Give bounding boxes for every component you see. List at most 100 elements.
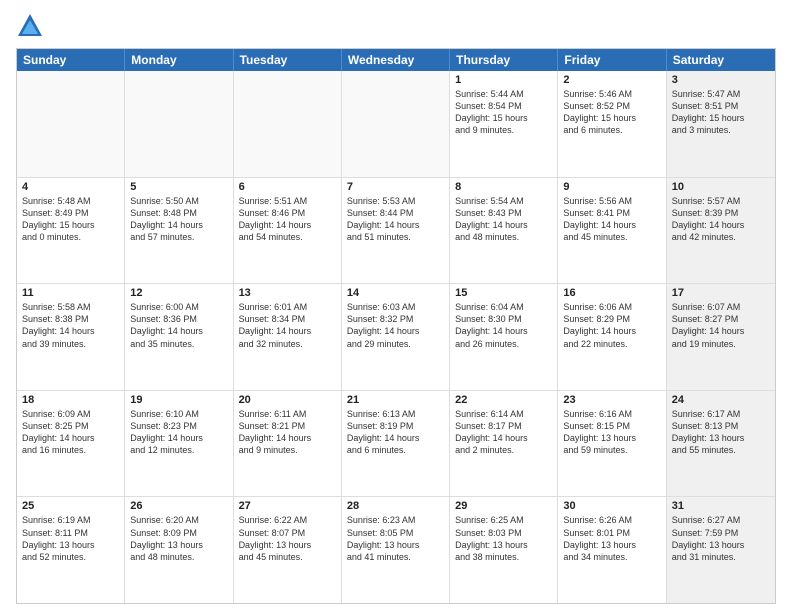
day-number: 14 [347,287,444,299]
day-number: 8 [455,181,552,193]
header [16,12,776,40]
day-info: Sunrise: 6:17 AM Sunset: 8:13 PM Dayligh… [672,408,770,457]
day-number: 29 [455,500,552,512]
calendar-cell-day-19: 19 Sunrise: 6:10 AM Sunset: 8:23 PM Dayli… [125,391,233,497]
calendar-cell-empty-0-3 [342,71,450,177]
day-number: 9 [563,181,660,193]
day-number: 12 [130,287,227,299]
calendar-cell-day-29: 29 Sunrise: 6:25 AM Sunset: 8:03 PM Dayli… [450,497,558,603]
calendar-cell-day-7: 7Sunrise: 5:53 AM Sunset: 8:44 PM Daylig… [342,178,450,284]
calendar-cell-day-2: 2 Sunrise: 5:46 AM Sunset: 8:52 PM Daylig… [558,71,666,177]
day-info: Sunrise: 5:53 AM Sunset: 8:44 PM Dayligh… [347,195,444,244]
day-info: Sunrise: 6:20 AM Sunset: 8:09 PM Dayligh… [130,514,227,563]
day-number: 2 [563,74,660,86]
day-number: 13 [239,287,336,299]
calendar-cell-day-17: 17 Sunrise: 6:07 AM Sunset: 8:27 PM Dayli… [667,284,775,390]
day-number: 16 [563,287,660,299]
day-number: 30 [563,500,660,512]
header-day-tuesday: Tuesday [234,49,342,71]
header-day-saturday: Saturday [667,49,775,71]
calendar-cell-day-3: 3 Sunrise: 5:47 AM Sunset: 8:51 PM Daylig… [667,71,775,177]
calendar-row-1: 4Sunrise: 5:48 AM Sunset: 8:49 PM Daylig… [17,177,775,284]
day-number: 21 [347,394,444,406]
day-number: 24 [672,394,770,406]
calendar-cell-day-5: 5 Sunrise: 5:50 AM Sunset: 8:48 PM Daylig… [125,178,233,284]
day-info: Sunrise: 6:11 AM Sunset: 8:21 PM Dayligh… [239,408,336,457]
header-day-monday: Monday [125,49,233,71]
day-number: 23 [563,394,660,406]
day-info: Sunrise: 5:46 AM Sunset: 8:52 PM Dayligh… [563,88,660,137]
day-info: Sunrise: 5:51 AM Sunset: 8:46 PM Dayligh… [239,195,336,244]
day-number: 28 [347,500,444,512]
calendar-cell-day-15: 15 Sunrise: 6:04 AM Sunset: 8:30 PM Dayli… [450,284,558,390]
day-info: Sunrise: 6:23 AM Sunset: 8:05 PM Dayligh… [347,514,444,563]
day-info: Sunrise: 6:19 AM Sunset: 8:11 PM Dayligh… [22,514,119,563]
calendar-cell-day-13: 13 Sunrise: 6:01 AM Sunset: 8:34 PM Dayli… [234,284,342,390]
day-number: 18 [22,394,119,406]
day-info: Sunrise: 6:16 AM Sunset: 8:15 PM Dayligh… [563,408,660,457]
day-info: Sunrise: 6:06 AM Sunset: 8:29 PM Dayligh… [563,301,660,350]
day-number: 17 [672,287,770,299]
calendar-cell-empty-0-0 [17,71,125,177]
day-info: Sunrise: 5:50 AM Sunset: 8:48 PM Dayligh… [130,195,227,244]
day-info: Sunrise: 6:26 AM Sunset: 8:01 PM Dayligh… [563,514,660,563]
day-number: 19 [130,394,227,406]
day-number: 11 [22,287,119,299]
header-day-wednesday: Wednesday [342,49,450,71]
day-number: 15 [455,287,552,299]
page: SundayMondayTuesdayWednesdayThursdayFrid… [0,0,792,612]
day-info: Sunrise: 6:22 AM Sunset: 8:07 PM Dayligh… [239,514,336,563]
calendar-cell-day-24: 24 Sunrise: 6:17 AM Sunset: 8:13 PM Dayli… [667,391,775,497]
header-day-thursday: Thursday [450,49,558,71]
day-info: Sunrise: 6:13 AM Sunset: 8:19 PM Dayligh… [347,408,444,457]
calendar-cell-day-23: 23 Sunrise: 6:16 AM Sunset: 8:15 PM Dayli… [558,391,666,497]
day-info: Sunrise: 6:03 AM Sunset: 8:32 PM Dayligh… [347,301,444,350]
day-info: Sunrise: 6:14 AM Sunset: 8:17 PM Dayligh… [455,408,552,457]
calendar-cell-day-27: 27 Sunrise: 6:22 AM Sunset: 8:07 PM Dayli… [234,497,342,603]
calendar-cell-day-28: 28 Sunrise: 6:23 AM Sunset: 8:05 PM Dayli… [342,497,450,603]
calendar-cell-day-31: 31 Sunrise: 6:27 AM Sunset: 7:59 PM Dayli… [667,497,775,603]
calendar-cell-day-4: 4Sunrise: 5:48 AM Sunset: 8:49 PM Daylig… [17,178,125,284]
day-number: 27 [239,500,336,512]
day-info: Sunrise: 6:00 AM Sunset: 8:36 PM Dayligh… [130,301,227,350]
calendar-cell-day-22: 22Sunrise: 6:14 AM Sunset: 8:17 PM Dayli… [450,391,558,497]
calendar-cell-day-16: 16 Sunrise: 6:06 AM Sunset: 8:29 PM Dayli… [558,284,666,390]
day-info: Sunrise: 6:27 AM Sunset: 7:59 PM Dayligh… [672,514,770,563]
day-info: Sunrise: 6:07 AM Sunset: 8:27 PM Dayligh… [672,301,770,350]
day-number: 1 [455,74,552,86]
calendar-cell-day-12: 12 Sunrise: 6:00 AM Sunset: 8:36 PM Dayli… [125,284,233,390]
day-number: 3 [672,74,770,86]
calendar-cell-day-10: 10Sunrise: 5:57 AM Sunset: 8:39 PM Dayli… [667,178,775,284]
calendar-header: SundayMondayTuesdayWednesdayThursdayFrid… [17,49,775,71]
day-number: 31 [672,500,770,512]
calendar-cell-day-25: 25Sunrise: 6:19 AM Sunset: 8:11 PM Dayli… [17,497,125,603]
day-info: Sunrise: 6:25 AM Sunset: 8:03 PM Dayligh… [455,514,552,563]
day-info: Sunrise: 5:44 AM Sunset: 8:54 PM Dayligh… [455,88,552,137]
day-number: 20 [239,394,336,406]
logo [16,12,48,40]
day-info: Sunrise: 5:47 AM Sunset: 8:51 PM Dayligh… [672,88,770,137]
calendar-cell-empty-0-2 [234,71,342,177]
day-info: Sunrise: 6:04 AM Sunset: 8:30 PM Dayligh… [455,301,552,350]
calendar-cell-day-11: 11 Sunrise: 5:58 AM Sunset: 8:38 PM Dayli… [17,284,125,390]
calendar-row-3: 18 Sunrise: 6:09 AM Sunset: 8:25 PM Dayli… [17,390,775,497]
calendar-body: 1 Sunrise: 5:44 AM Sunset: 8:54 PM Daylig… [17,71,775,603]
day-number: 5 [130,181,227,193]
day-info: Sunrise: 6:10 AM Sunset: 8:23 PM Dayligh… [130,408,227,457]
day-info: Sunrise: 5:58 AM Sunset: 8:38 PM Dayligh… [22,301,119,350]
day-info: Sunrise: 5:54 AM Sunset: 8:43 PM Dayligh… [455,195,552,244]
day-number: 26 [130,500,227,512]
calendar-row-2: 11 Sunrise: 5:58 AM Sunset: 8:38 PM Dayli… [17,283,775,390]
calendar: SundayMondayTuesdayWednesdayThursdayFrid… [16,48,776,604]
day-number: 6 [239,181,336,193]
header-day-sunday: Sunday [17,49,125,71]
calendar-cell-day-18: 18 Sunrise: 6:09 AM Sunset: 8:25 PM Dayli… [17,391,125,497]
calendar-cell-empty-0-1 [125,71,233,177]
day-info: Sunrise: 5:56 AM Sunset: 8:41 PM Dayligh… [563,195,660,244]
calendar-cell-day-8: 8 Sunrise: 5:54 AM Sunset: 8:43 PM Daylig… [450,178,558,284]
day-info: Sunrise: 6:09 AM Sunset: 8:25 PM Dayligh… [22,408,119,457]
calendar-cell-day-9: 9 Sunrise: 5:56 AM Sunset: 8:41 PM Daylig… [558,178,666,284]
logo-icon [16,12,44,40]
day-info: Sunrise: 6:01 AM Sunset: 8:34 PM Dayligh… [239,301,336,350]
calendar-row-4: 25Sunrise: 6:19 AM Sunset: 8:11 PM Dayli… [17,496,775,603]
